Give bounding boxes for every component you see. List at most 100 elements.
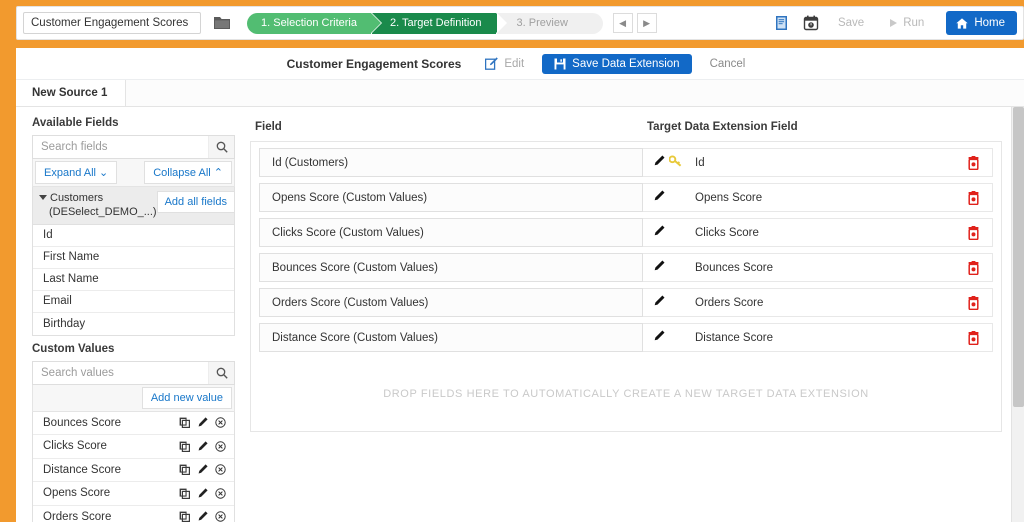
delete-row-icon[interactable]: [967, 226, 980, 240]
custom-value-row[interactable]: Orders Score: [33, 506, 234, 522]
delete-circle-icon[interactable]: [215, 488, 226, 499]
mapping-source-field[interactable]: Id (Customers): [259, 148, 643, 177]
custom-value-row[interactable]: Distance Score: [33, 459, 234, 483]
mapping-source-field[interactable]: Bounces Score (Custom Values): [259, 253, 643, 282]
custom-value-row[interactable]: Clicks Score: [33, 435, 234, 459]
edit-pencil-icon[interactable]: [653, 295, 665, 310]
field-group-customers[interactable]: Customers (DESelect_DEMO_...) Add all fi…: [32, 187, 235, 225]
delete-row-icon[interactable]: [967, 191, 980, 205]
edit-pencil-icon[interactable]: [197, 417, 208, 428]
mapping-source-field[interactable]: Clicks Score (Custom Values): [259, 218, 643, 247]
custom-value-name: Opens Score: [43, 487, 179, 499]
search-values-icon[interactable]: [208, 362, 234, 384]
data-extension-bar: Customer Engagement Scores Edit Save Dat…: [16, 48, 1024, 80]
delete-row-icon[interactable]: [967, 261, 980, 275]
edit-pencil-icon[interactable]: [653, 155, 665, 170]
table-row[interactable]: Bounces Score (Custom Values) Bounces Sc…: [259, 253, 993, 282]
chevron-down-icon[interactable]: [39, 195, 47, 200]
collapse-all-label: Collapse All: [153, 167, 210, 179]
mapping-source-field[interactable]: Orders Score (Custom Values): [259, 288, 643, 317]
expand-all-button[interactable]: Expand All ⌄: [35, 161, 117, 184]
target-icons: [653, 295, 693, 310]
vertical-scrollbar[interactable]: [1011, 107, 1024, 522]
delete-circle-icon[interactable]: [215, 511, 226, 522]
calendar-clock-icon[interactable]: [798, 11, 824, 35]
custom-value-name: Bounces Score: [43, 417, 179, 429]
field-item-email[interactable]: Email: [33, 291, 234, 313]
available-fields-title: Available Fields: [32, 117, 240, 129]
edit-pencil-icon[interactable]: [653, 190, 665, 205]
search-fields-input[interactable]: [33, 136, 208, 158]
target-icons: [653, 190, 693, 205]
field-item-last-name[interactable]: Last Name: [33, 269, 234, 291]
custom-value-actions: [179, 488, 226, 499]
save-button[interactable]: Save: [826, 11, 876, 35]
mapping-target-field: Orders Score: [695, 297, 763, 309]
play-icon: [890, 19, 897, 27]
save-data-extension-button[interactable]: Save Data Extension: [542, 54, 691, 74]
field-item-birthday[interactable]: Birthday: [33, 313, 234, 335]
delete-row-icon[interactable]: [967, 331, 980, 345]
tab-strip-filler: [126, 80, 1024, 106]
duplicate-icon[interactable]: [179, 464, 190, 475]
duplicate-icon[interactable]: [179, 441, 190, 452]
custom-value-actions: [179, 417, 226, 428]
home-button[interactable]: Home: [946, 11, 1017, 35]
home-label: Home: [974, 17, 1005, 29]
delete-row-icon[interactable]: [967, 156, 980, 170]
selection-name-input[interactable]: [23, 12, 201, 34]
toolbar-actions: Save Run Home: [770, 11, 1017, 35]
target-icons: [653, 330, 693, 345]
custom-value-row[interactable]: Bounces Score: [33, 412, 234, 436]
target-icons: [653, 225, 693, 240]
edit-pencil-icon[interactable]: [653, 260, 665, 275]
delete-circle-icon[interactable]: [215, 464, 226, 475]
field-item-id[interactable]: Id: [33, 225, 234, 247]
nav-next-button[interactable]: ▶: [637, 13, 657, 33]
add-new-value-button[interactable]: Add new value: [142, 387, 232, 409]
delete-circle-icon[interactable]: [215, 441, 226, 452]
mapping-source-field[interactable]: Distance Score (Custom Values): [259, 323, 643, 352]
edit-pencil-icon[interactable]: [653, 330, 665, 345]
table-row[interactable]: Clicks Score (Custom Values) Clicks Scor…: [259, 218, 993, 247]
mapping-source-field[interactable]: Opens Score (Custom Values): [259, 183, 643, 212]
step-target-definition[interactable]: 2. Target Definition: [372, 13, 496, 34]
nav-prev-button[interactable]: ◀: [613, 13, 633, 33]
edit-pencil-icon[interactable]: [197, 488, 208, 499]
app-window: 1. Selection Criteria 2. Target Definiti…: [0, 0, 1024, 522]
duplicate-icon[interactable]: [179, 511, 190, 522]
custom-value-row[interactable]: Opens Score: [33, 482, 234, 506]
folder-icon[interactable]: [211, 12, 233, 34]
edit-pencil-icon[interactable]: [653, 225, 665, 240]
scrollbar-thumb[interactable]: [1013, 107, 1024, 407]
delete-circle-icon[interactable]: [215, 417, 226, 428]
duplicate-icon[interactable]: [179, 488, 190, 499]
document-icon[interactable]: [770, 11, 796, 35]
search-icon[interactable]: [208, 136, 234, 158]
drop-zone-hint[interactable]: DROP FIELDS HERE TO AUTOMATICALLY CREATE…: [259, 358, 993, 400]
table-row[interactable]: Orders Score (Custom Values) Orders Scor…: [259, 288, 993, 317]
content-area: Customer Engagement Scores Edit Save Dat…: [16, 48, 1024, 522]
table-row[interactable]: Distance Score (Custom Values) Distance …: [259, 323, 993, 352]
add-all-fields-button[interactable]: Add all fields: [157, 191, 235, 213]
step-preview[interactable]: 3. Preview: [497, 13, 603, 34]
edit-pencil-icon[interactable]: [197, 464, 208, 475]
duplicate-icon[interactable]: [179, 417, 190, 428]
edit-button[interactable]: Edit: [477, 54, 532, 73]
tab-new-source-1[interactable]: New Source 1: [16, 80, 126, 106]
primary-key-icon[interactable]: [669, 155, 682, 170]
table-row[interactable]: Id (Customers) Id: [259, 148, 993, 177]
field-group-name: Customers: [50, 192, 103, 204]
run-button[interactable]: Run: [878, 11, 936, 35]
edit-pencil-icon[interactable]: [197, 441, 208, 452]
delete-row-icon[interactable]: [967, 296, 980, 310]
mapping-target-field: Bounces Score: [695, 262, 773, 274]
edit-pencil-icon[interactable]: [197, 511, 208, 522]
search-values-input[interactable]: [33, 362, 208, 384]
target-icons: [653, 260, 693, 275]
table-row[interactable]: Opens Score (Custom Values) Opens Score: [259, 183, 993, 212]
field-item-first-name[interactable]: First Name: [33, 247, 234, 269]
cancel-button[interactable]: Cancel: [702, 55, 754, 73]
collapse-all-button[interactable]: Collapse All ⌃: [144, 161, 232, 184]
step-selection-criteria[interactable]: 1. Selection Criteria: [247, 13, 371, 34]
